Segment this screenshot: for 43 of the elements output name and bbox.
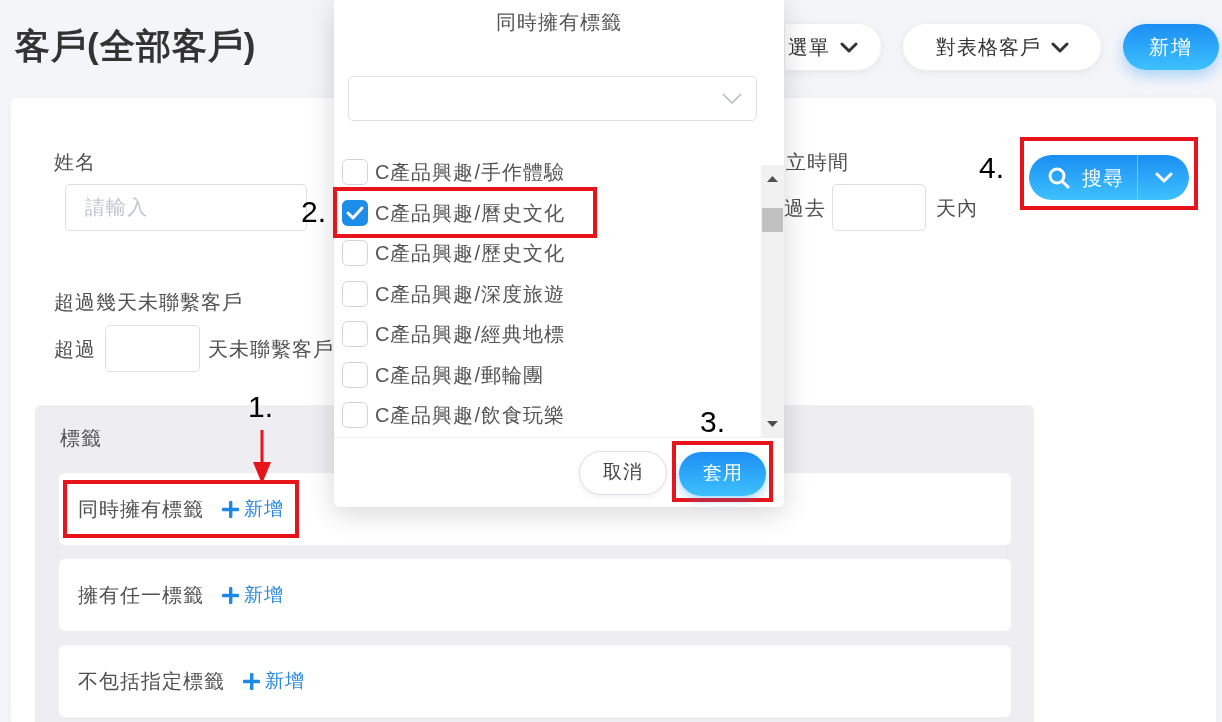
- page-title: 客戶(全部客戶): [15, 25, 257, 67]
- field-label: 超過: [54, 336, 96, 362]
- option-label[interactable]: C產品興趣/手作體驗: [375, 158, 565, 187]
- chevron-down-icon: [1154, 172, 1173, 183]
- group-label: 擁有任一標籤: [78, 583, 204, 608]
- option-label[interactable]: C產品興趣/郵輪團: [375, 360, 544, 389]
- dropdown-toggle[interactable]: [1137, 155, 1189, 200]
- step-number: 3.: [700, 406, 726, 437]
- plus-icon: [243, 672, 260, 690]
- dialog-title: 同時擁有標籤: [496, 10, 622, 35]
- number-input[interactable]: [832, 184, 926, 231]
- chevron-down-icon: [1050, 41, 1069, 53]
- field-label: 天未聯繫客戶: [208, 336, 334, 362]
- option-label[interactable]: C產品興趣/曆史文化: [375, 198, 565, 227]
- scrollbar[interactable]: [761, 165, 784, 437]
- step-number: 4.: [978, 153, 1004, 183]
- field-label: 超過幾天未聯繫客戶: [54, 290, 243, 315]
- section-title: 標籤: [60, 426, 102, 451]
- field-label: 立時間: [786, 150, 849, 175]
- option-label[interactable]: C產品興趣/深度旅遊: [375, 279, 565, 308]
- step-number: 1.: [248, 392, 274, 422]
- field-label: 過去: [784, 195, 826, 221]
- dropdown-button[interactable]: 選單: [785, 24, 881, 70]
- field-label: 姓名: [54, 150, 96, 175]
- group-label: 不包括指定標籤: [78, 669, 225, 694]
- plus-icon: [222, 586, 239, 604]
- field-label: 天內: [936, 195, 978, 221]
- add-link[interactable]: 新增: [222, 580, 284, 610]
- add-link[interactable]: 新增: [243, 666, 305, 696]
- search-icon: [1048, 166, 1070, 189]
- option-label[interactable]: C產品興趣/經典地標: [375, 320, 565, 349]
- number-input[interactable]: [105, 325, 200, 372]
- cancel-button[interactable]: 取消: [579, 450, 667, 495]
- chevron-down-icon: [840, 41, 858, 53]
- dropdown-button[interactable]: 對表格客戶: [903, 24, 1101, 70]
- option-label[interactable]: C產品興趣/飲食玩樂: [375, 401, 565, 430]
- option-label[interactable]: C產品興趣/歷史文化: [375, 239, 565, 268]
- tag-select[interactable]: [348, 76, 757, 121]
- checkbox[interactable]: [342, 199, 368, 226]
- group-label: 同時擁有標籤: [78, 497, 204, 522]
- plus-icon: [222, 500, 239, 518]
- chevron-down-icon: [722, 93, 742, 104]
- add-link[interactable]: 新增: [222, 494, 284, 524]
